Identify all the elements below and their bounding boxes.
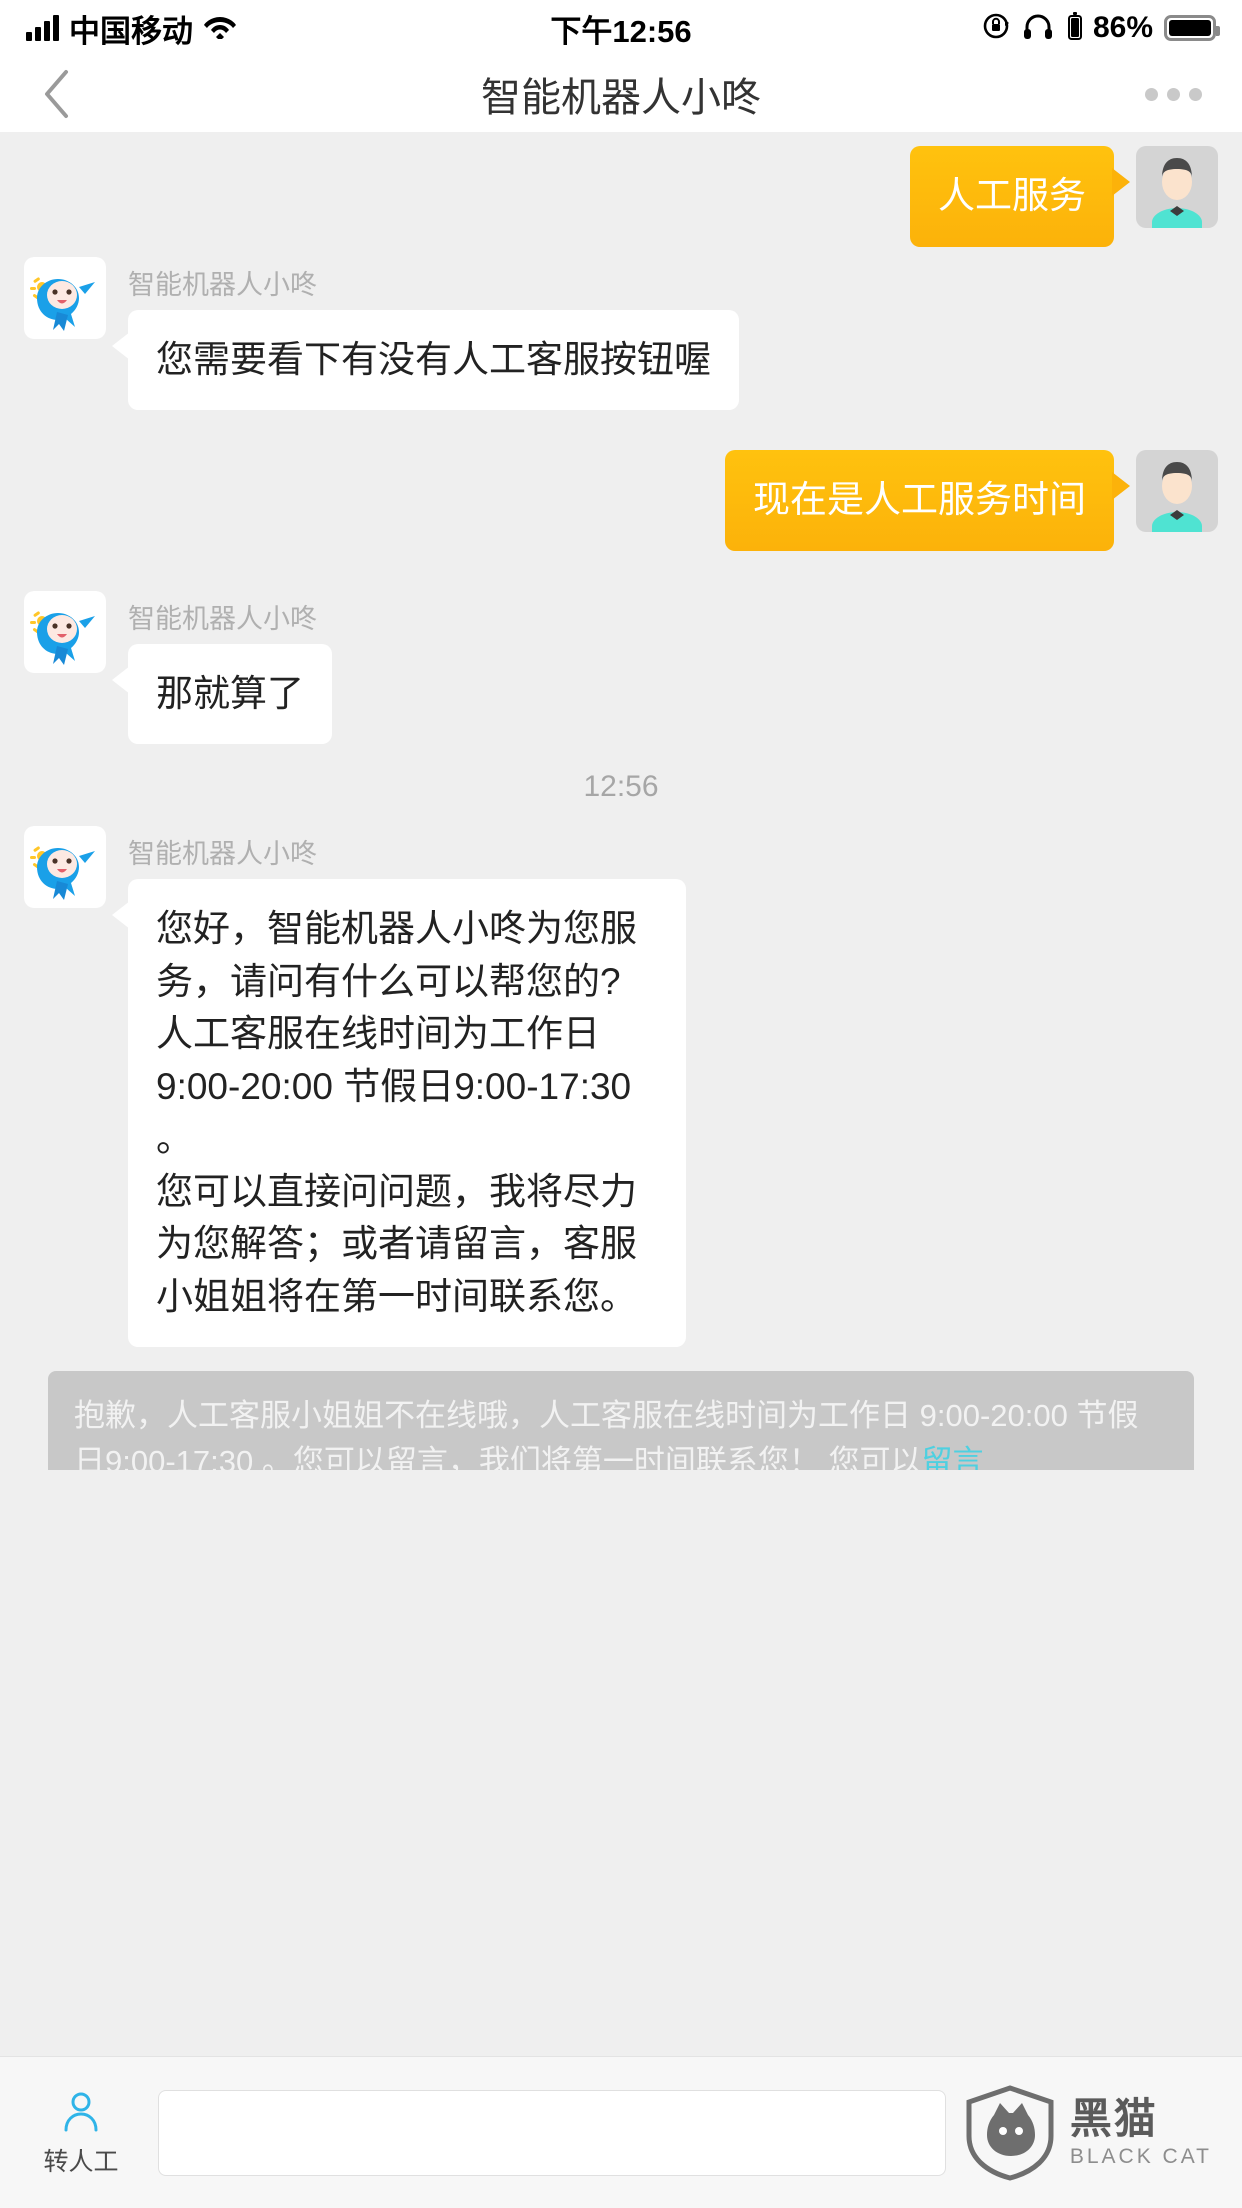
- message-bubble-bot[interactable]: 您需要看下有没有人工客服按钮喔: [112, 309, 739, 411]
- chat-message-row: 智能机器人小咚 那就算了: [24, 590, 1218, 745]
- chat-message-row: 人工服务: [24, 146, 1218, 247]
- avatar-user[interactable]: [1136, 146, 1218, 228]
- robot-avatar-icon: [24, 826, 106, 909]
- status-bar-right: 86%: [982, 11, 1220, 46]
- user-avatar-icon: [1136, 450, 1218, 533]
- nav-bar: 智能机器人小咚: [0, 56, 1242, 132]
- message-column: 智能机器人小咚 您需要看下有没有人工客服按钮喔: [106, 257, 739, 411]
- message-column: 智能机器人小咚 那就算了: [106, 591, 332, 745]
- user-avatar-icon: [1136, 146, 1218, 228]
- battery-icon: [1164, 15, 1220, 41]
- more-dots-icon: [1189, 87, 1202, 101]
- phone-screen: 中国移动 下午12:56 86% 智能机器人小咚 人工服务 智能机器人小咚 您需…: [0, 0, 1242, 2208]
- message-sender-name: 智能机器人小咚: [128, 269, 317, 300]
- more-options-button[interactable]: [1145, 87, 1202, 101]
- robot-avatar-icon: [24, 256, 106, 339]
- message-bubble-bot[interactable]: 那就算了: [112, 643, 332, 745]
- transfer-to-agent-label: 转人工: [43, 2147, 119, 2176]
- chat-message-row: 现在是人工服务时间: [24, 450, 1218, 551]
- headphone-battery-icon: [1067, 11, 1082, 45]
- message-sender-name: 智能机器人小咚: [128, 839, 317, 870]
- page-title: 智能机器人小咚: [481, 76, 761, 120]
- avatar-bot[interactable]: [24, 590, 106, 673]
- robot-avatar-icon: [24, 590, 106, 673]
- avatar-bot[interactable]: [24, 826, 106, 909]
- rotation-lock-icon: [982, 11, 1012, 46]
- message-bubble-user[interactable]: 人工服务: [910, 146, 1130, 247]
- message-sender-name: 智能机器人小咚: [128, 603, 317, 634]
- chat-timestamp: 12:56: [583, 770, 659, 804]
- message-bubble-bot[interactable]: 您好，智能机器人小咚为您服务，请问有什么可以帮您的? 人工客服在线时间为工作日 …: [112, 879, 686, 1348]
- chat-input-bar: 转人工 黑猫 BLACK CAT: [0, 2056, 1242, 2208]
- avatar-bot[interactable]: [24, 256, 106, 339]
- transfer-to-agent-button[interactable]: 转人工: [22, 2088, 140, 2178]
- headphones-icon: [1023, 12, 1057, 45]
- chat-message-list[interactable]: 人工服务 智能机器人小咚 您需要看下有没有人工客服按钮喔 现在是人工服务时间 智…: [0, 132, 1242, 1470]
- watermark-cn-label: 黑猫: [1069, 2095, 1158, 2142]
- cat-shield-icon: [966, 2084, 1054, 2181]
- battery-percent-label: 86%: [1092, 11, 1153, 44]
- watermark-en-label: BLACK CAT: [1069, 2145, 1212, 2168]
- more-dots-icon: [1167, 87, 1180, 101]
- message-input[interactable]: [158, 2089, 946, 2176]
- message-column: 现在是人工服务时间: [725, 450, 1136, 551]
- message-column: 人工服务: [910, 146, 1136, 247]
- avatar-user[interactable]: [1136, 450, 1218, 533]
- message-bubble-user[interactable]: 现在是人工服务时间: [725, 450, 1130, 551]
- chat-message-row: 智能机器人小咚 您好，智能机器人小咚为您服务，请问有什么可以帮您的? 人工客服在…: [24, 826, 1218, 1348]
- watermark-text: 黑猫 BLACK CAT: [1069, 2095, 1212, 2168]
- system-message: 抱歉，人工客服小姐姐不在线哦，人工客服在线时间为工作日 9:00-20:00 节…: [48, 1371, 1194, 1470]
- message-column: 智能机器人小咚 您好，智能机器人小咚为您服务，请问有什么可以帮您的? 人工客服在…: [106, 826, 686, 1348]
- chat-message-row: 智能机器人小咚 您需要看下有没有人工客服按钮喔: [24, 256, 1218, 411]
- person-icon: [64, 2092, 98, 2131]
- more-dots-icon: [1145, 87, 1158, 101]
- leave-message-link[interactable]: 留言: [921, 1444, 983, 1470]
- watermark: 黑猫 BLACK CAT: [964, 2084, 1220, 2181]
- status-bar: 中国移动 下午12:56 86%: [0, 0, 1242, 56]
